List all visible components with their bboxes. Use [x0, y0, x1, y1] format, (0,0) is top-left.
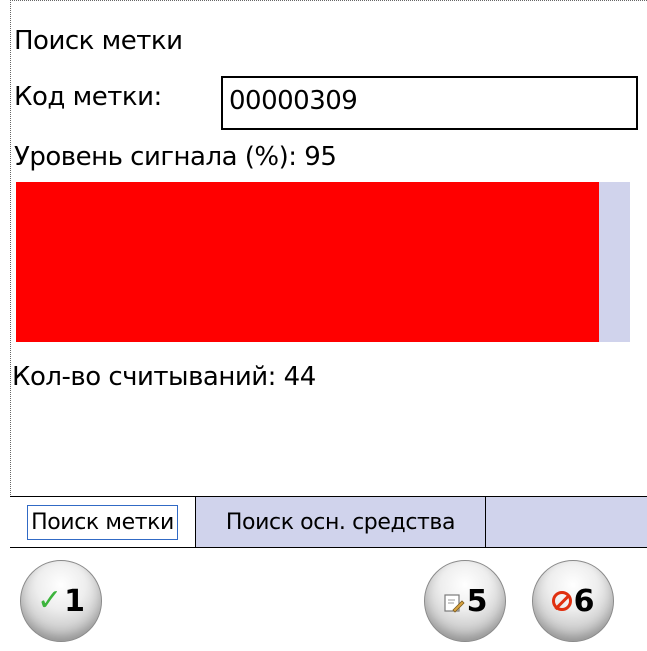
edit-button-key: 5: [466, 583, 488, 619]
signal-level-fill: [16, 182, 600, 342]
cancel-button-key: 6: [573, 583, 595, 619]
signal-level-label: Уровень сигнала (%): 95: [14, 142, 337, 172]
tab-bar: Поиск метки Поиск осн. средства: [10, 496, 647, 548]
ok-button[interactable]: ✓ 1: [20, 560, 102, 642]
edit-button[interactable]: 5: [424, 560, 506, 642]
frame-border-top: [10, 0, 647, 1]
page-title: Поиск метки: [14, 26, 183, 56]
signal-level-bar: [16, 182, 630, 342]
tab-asset-search[interactable]: Поиск осн. средства: [196, 497, 486, 547]
read-count-label: Кол-во считываний: 44: [12, 362, 316, 392]
tab-tag-search[interactable]: Поиск метки: [10, 497, 196, 547]
stop-icon: [551, 591, 572, 611]
tab-tag-search-label: Поиск метки: [27, 504, 178, 540]
tag-code-label: Код метки:: [14, 82, 162, 112]
ok-button-key: 1: [64, 583, 85, 619]
edit-icon: [443, 590, 465, 613]
bottom-toolbar: ✓ 1 5 6: [10, 548, 647, 651]
tab-asset-search-label: Поиск осн. средства: [225, 509, 456, 535]
screen: Поиск метки Код метки: 00000309 Уровень …: [0, 0, 647, 651]
cancel-button[interactable]: 6: [532, 560, 614, 642]
tag-code-input[interactable]: 00000309: [221, 76, 638, 130]
check-icon: ✓: [36, 583, 63, 618]
